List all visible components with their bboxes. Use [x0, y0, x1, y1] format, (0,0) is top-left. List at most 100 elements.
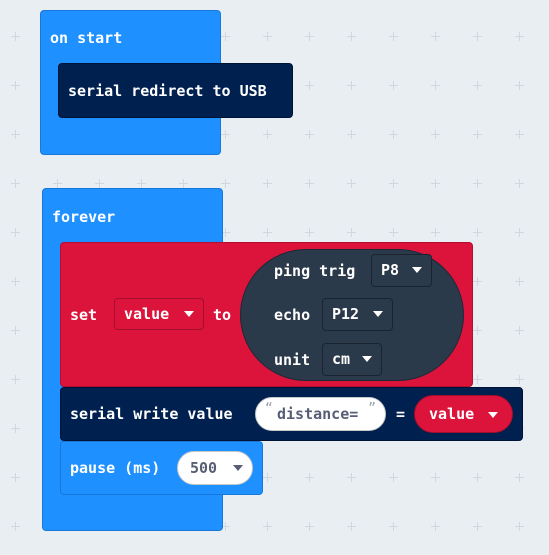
grid-plus-icon — [431, 32, 440, 41]
grid-plus-icon — [515, 130, 524, 139]
echo-pin-value: P12 — [332, 305, 360, 323]
echo-pin-dropdown[interactable]: P12 — [322, 298, 393, 331]
value-variable-name: value — [429, 405, 475, 423]
set-label: set — [70, 306, 98, 324]
grid-plus-icon — [137, 179, 146, 188]
variable-dropdown-value: value — [124, 305, 170, 323]
grid-plus-icon — [473, 522, 482, 531]
grid-plus-icon — [431, 81, 440, 90]
grid-plus-icon — [389, 473, 398, 482]
grid-plus-icon — [431, 228, 440, 237]
unit-dropdown[interactable]: cm — [322, 343, 382, 376]
blocks-workspace[interactable]: on start serial redirect to USB forever … — [0, 0, 549, 555]
grid-plus-icon — [347, 32, 356, 41]
on-start-label: on start — [50, 29, 123, 47]
grid-plus-icon — [473, 473, 482, 482]
grid-plus-icon — [11, 522, 20, 531]
grid-plus-icon — [515, 81, 524, 90]
chevron-down-icon — [233, 465, 243, 471]
grid-plus-icon — [389, 228, 398, 237]
grid-plus-icon — [431, 179, 440, 188]
grid-plus-icon — [263, 522, 272, 531]
grid-plus-icon — [263, 32, 272, 41]
grid-plus-icon — [515, 277, 524, 286]
grid-plus-icon — [389, 81, 398, 90]
grid-plus-icon — [389, 32, 398, 41]
echo-label: echo — [274, 306, 311, 324]
grid-plus-icon — [347, 522, 356, 531]
grid-plus-icon — [305, 522, 314, 531]
chevron-down-icon — [184, 311, 194, 317]
name-string-input[interactable]: “ distance= ” — [255, 397, 386, 431]
grid-plus-icon — [473, 81, 482, 90]
serial-write-value-label: serial write value — [70, 405, 233, 423]
grid-plus-icon — [515, 522, 524, 531]
grid-plus-icon — [347, 473, 356, 482]
grid-plus-icon — [11, 228, 20, 237]
grid-plus-icon — [11, 179, 20, 188]
grid-plus-icon — [11, 81, 20, 90]
grid-plus-icon — [515, 179, 524, 188]
name-string-value: distance= — [277, 405, 359, 423]
variable-dropdown[interactable]: value — [114, 298, 204, 330]
value-variable-reporter[interactable]: value — [414, 395, 513, 433]
grid-plus-icon — [347, 179, 356, 188]
grid-plus-icon — [347, 228, 356, 237]
grid-plus-icon — [221, 32, 230, 41]
grid-plus-icon — [11, 375, 20, 384]
grid-plus-icon — [515, 228, 524, 237]
grid-plus-icon — [305, 228, 314, 237]
to-label: to — [213, 306, 232, 324]
chevron-down-icon — [412, 267, 422, 273]
grid-plus-icon — [305, 473, 314, 482]
grid-plus-icon — [347, 81, 356, 90]
grid-plus-icon — [431, 473, 440, 482]
grid-plus-icon — [11, 326, 20, 335]
grid-plus-icon — [347, 130, 356, 139]
grid-plus-icon — [95, 179, 104, 188]
grid-plus-icon — [515, 375, 524, 384]
grid-plus-icon — [431, 522, 440, 531]
grid-plus-icon — [305, 32, 314, 41]
grid-plus-icon — [263, 228, 272, 237]
chevron-down-icon — [373, 311, 383, 317]
grid-plus-icon — [11, 473, 20, 482]
grid-plus-icon — [263, 130, 272, 139]
grid-plus-icon — [473, 326, 482, 335]
open-quote-icon: “ — [265, 401, 273, 416]
unit-label: unit — [274, 351, 311, 369]
pause-ms-input[interactable]: 500 — [177, 451, 253, 485]
grid-plus-icon — [389, 522, 398, 531]
grid-plus-icon — [473, 32, 482, 41]
grid-plus-icon — [473, 375, 482, 384]
grid-plus-icon — [11, 130, 20, 139]
unit-value: cm — [332, 350, 351, 368]
grid-plus-icon — [221, 130, 230, 139]
grid-plus-icon — [53, 179, 62, 188]
grid-plus-icon — [389, 130, 398, 139]
grid-plus-icon — [431, 130, 440, 139]
close-quote-icon: ” — [368, 401, 376, 416]
grid-plus-icon — [11, 32, 20, 41]
trig-pin-dropdown[interactable]: P8 — [371, 254, 432, 287]
grid-plus-icon — [221, 179, 230, 188]
chevron-down-icon — [362, 356, 372, 362]
chevron-down-icon — [488, 412, 498, 418]
grid-plus-icon — [389, 179, 398, 188]
grid-plus-icon — [473, 277, 482, 286]
ping-trig-label: ping trig — [274, 262, 356, 280]
trig-pin-value: P8 — [381, 261, 400, 279]
grid-plus-icon — [263, 473, 272, 482]
grid-plus-icon — [11, 277, 20, 286]
grid-plus-icon — [515, 32, 524, 41]
forever-label: forever — [52, 208, 116, 226]
grid-plus-icon — [11, 424, 20, 433]
grid-plus-icon — [473, 228, 482, 237]
pause-ms-value: 500 — [190, 459, 218, 477]
grid-plus-icon — [305, 81, 314, 90]
grid-plus-icon — [473, 130, 482, 139]
grid-plus-icon — [473, 179, 482, 188]
equals-label: = — [396, 405, 406, 423]
grid-plus-icon — [515, 473, 524, 482]
grid-plus-icon — [179, 179, 188, 188]
